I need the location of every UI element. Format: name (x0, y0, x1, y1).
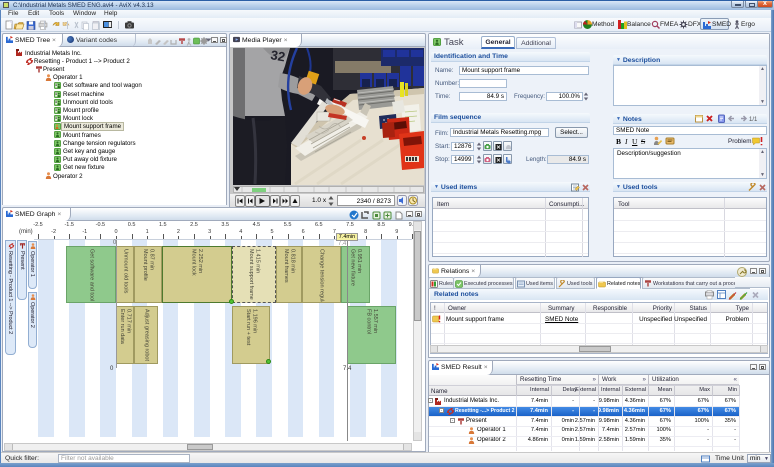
svg-text:32: 32 (269, 48, 286, 64)
svg-text:1/1: 1/1 (749, 117, 757, 123)
